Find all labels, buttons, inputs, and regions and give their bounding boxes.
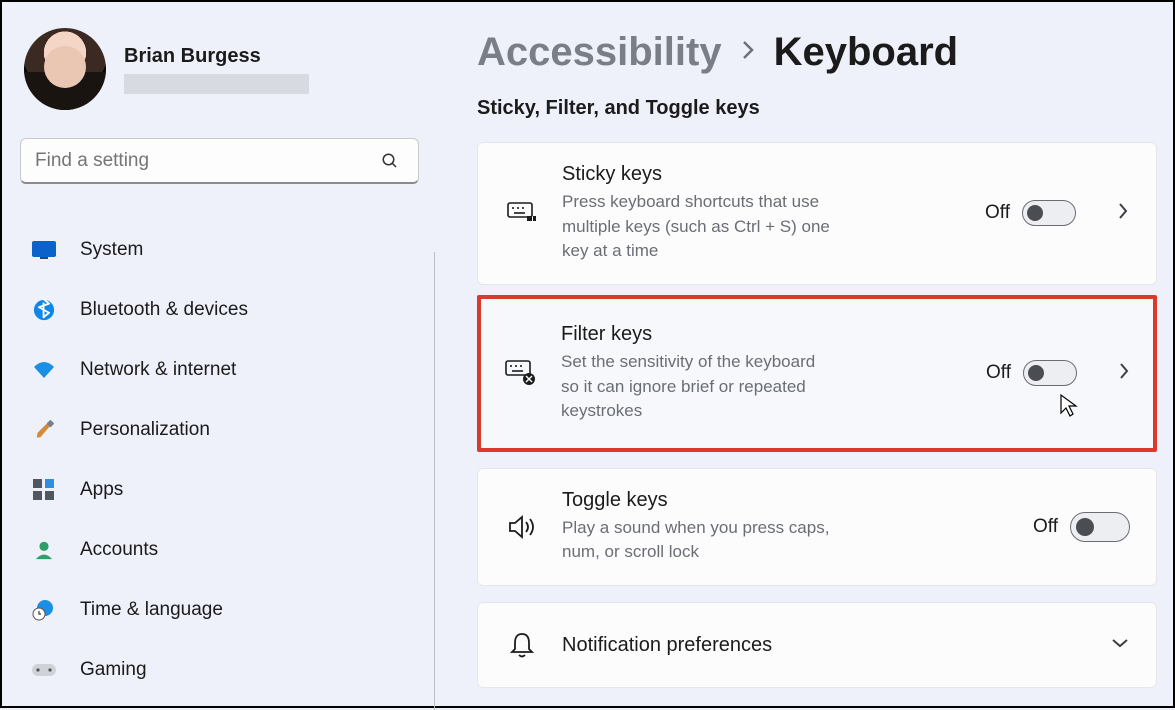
chevron-right-icon[interactable] bbox=[1117, 361, 1131, 386]
toggle-switch[interactable] bbox=[1070, 512, 1130, 542]
nav-label: Bluetooth & devices bbox=[80, 299, 248, 321]
mouse-cursor-icon bbox=[1059, 393, 1079, 424]
chevron-right-icon bbox=[740, 37, 756, 68]
globe-clock-icon bbox=[30, 598, 58, 622]
nav-item-accounts[interactable]: Accounts bbox=[20, 520, 419, 580]
nav-item-bluetooth[interactable]: Bluetooth & devices bbox=[20, 280, 419, 340]
breadcrumb-current: Keyboard bbox=[774, 30, 959, 75]
paintbrush-icon bbox=[30, 418, 58, 442]
sidebar: Brian Burgess System Bluetooth & devices bbox=[2, 2, 437, 706]
nav-list: System Bluetooth & devices Network & int… bbox=[20, 220, 419, 700]
card-title: Notification preferences bbox=[562, 634, 1088, 657]
bell-icon bbox=[504, 631, 540, 659]
nav-item-apps[interactable]: Apps bbox=[20, 460, 419, 520]
gamepad-icon bbox=[30, 658, 58, 682]
chevron-right-icon[interactable] bbox=[1116, 201, 1130, 226]
card-notification-prefs[interactable]: Notification preferences bbox=[477, 602, 1157, 688]
card-toggle-keys[interactable]: Toggle keys Play a sound when you press … bbox=[477, 468, 1157, 586]
toggle-switch[interactable] bbox=[1023, 360, 1077, 386]
profile-block[interactable]: Brian Burgess bbox=[20, 22, 419, 120]
avatar bbox=[24, 28, 106, 110]
nav-item-time-language[interactable]: Time & language bbox=[20, 580, 419, 640]
card-title: Toggle keys bbox=[562, 489, 1011, 512]
nav-item-personalization[interactable]: Personalization bbox=[20, 400, 419, 460]
nav-item-network[interactable]: Network & internet bbox=[20, 340, 419, 400]
nav-label: Network & internet bbox=[80, 359, 236, 381]
toggle-switch[interactable] bbox=[1022, 200, 1076, 226]
card-title: Sticky keys bbox=[562, 163, 963, 186]
breadcrumb: Accessibility Keyboard bbox=[477, 30, 1157, 75]
apps-icon bbox=[30, 478, 58, 502]
card-sticky-keys[interactable]: Sticky keys Press keyboard shortcuts tha… bbox=[477, 142, 1157, 285]
card-title: Filter keys bbox=[561, 323, 964, 346]
nav-item-system[interactable]: System bbox=[20, 220, 419, 280]
nav-label: System bbox=[80, 239, 143, 261]
profile-email-placeholder bbox=[124, 74, 309, 94]
monitor-icon bbox=[30, 238, 58, 262]
chevron-down-icon[interactable] bbox=[1110, 636, 1130, 655]
profile-name: Brian Burgess bbox=[124, 45, 309, 68]
search-icon bbox=[376, 149, 404, 173]
card-description: Set the sensitivity of the keyboard so i… bbox=[561, 350, 831, 424]
card-description: Play a sound when you press caps, num, o… bbox=[562, 516, 862, 565]
section-title: Sticky, Filter, and Toggle keys bbox=[477, 97, 1157, 120]
nav-label: Time & language bbox=[80, 599, 223, 621]
keyboard-filter-icon bbox=[503, 360, 539, 386]
main-content: Accessibility Keyboard Sticky, Filter, a… bbox=[477, 30, 1157, 688]
nav-label: Gaming bbox=[80, 659, 147, 681]
bluetooth-icon bbox=[30, 298, 58, 322]
card-description: Press keyboard shortcuts that use multip… bbox=[562, 190, 832, 264]
search-box[interactable] bbox=[20, 138, 419, 184]
wifi-icon bbox=[30, 358, 58, 382]
nav-item-gaming[interactable]: Gaming bbox=[20, 640, 419, 700]
nav-label: Personalization bbox=[80, 419, 210, 441]
sidebar-separator bbox=[434, 252, 435, 710]
speaker-icon bbox=[504, 514, 540, 540]
keyboard-icon bbox=[504, 202, 540, 224]
toggle-state-label: Off bbox=[985, 202, 1010, 224]
nav-label: Accounts bbox=[80, 539, 158, 561]
card-filter-keys[interactable]: Filter keys Set the sensitivity of the k… bbox=[477, 295, 1157, 452]
toggle-state-label: Off bbox=[1033, 516, 1058, 538]
person-icon bbox=[30, 538, 58, 562]
nav-label: Apps bbox=[80, 479, 123, 501]
breadcrumb-parent[interactable]: Accessibility bbox=[477, 30, 722, 75]
search-input[interactable] bbox=[35, 150, 366, 172]
toggle-state-label: Off bbox=[986, 362, 1011, 384]
